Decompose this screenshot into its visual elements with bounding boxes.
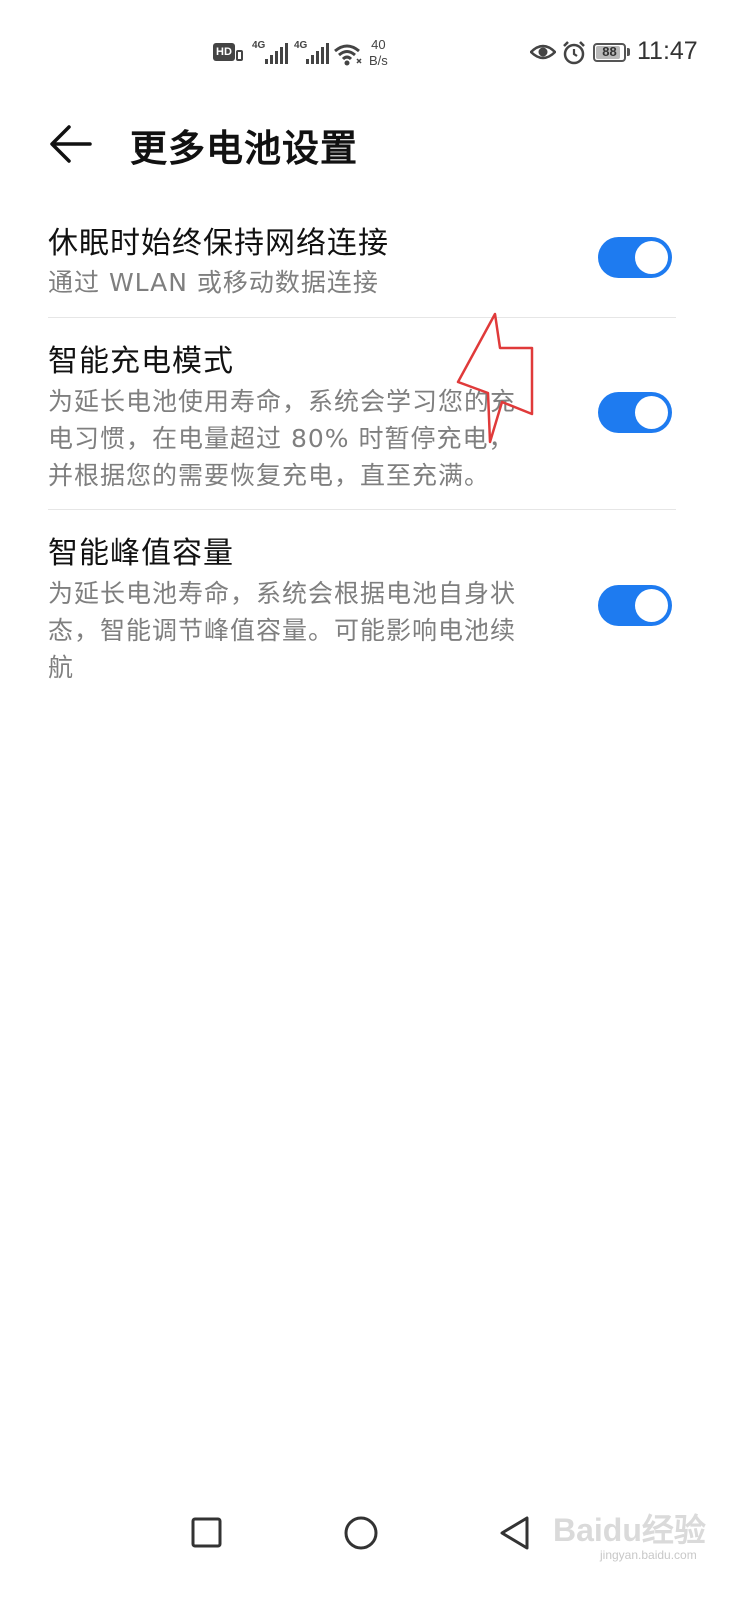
app-header: 更多电池设置 [0,100,738,195]
eye-comfort-icon [530,44,556,60]
hd-volte-icon: HD [213,43,235,61]
keep-network-toggle[interactable] [598,237,672,278]
description-line: 航 [48,653,75,682]
network-speed-value: 40 [371,37,386,52]
clock: 11:47 [637,37,698,65]
battery-tip [627,48,630,56]
wifi-icon [334,44,362,66]
peak-capacity-toggle[interactable] [598,585,672,626]
arrow-left-icon[interactable] [44,116,104,176]
setting-keep-network-during-sleep[interactable]: 休眠时始终保持网络连接 通过 WLAN 或移动数据连接 [0,210,738,318]
toggle-knob [635,396,668,429]
setting-description: 通过 WLAN 或移动数据连接 [48,264,568,301]
volte-phone-icon [236,50,243,61]
divider [48,509,676,510]
baidu-watermark: Baidu经验 [553,1512,706,1548]
description-line: 为延长电池寿命，系统会根据电池自身状 [48,579,517,608]
status-bar: HD 4G 4G 40 B/s 88 11:47 [0,0,738,100]
annotation-arrow-icon [456,312,534,444]
back-triangle-icon[interactable] [490,1508,540,1558]
toggle-knob [635,589,668,622]
toggle-knob [635,241,668,274]
description-line: 态，智能调节峰值容量。可能影响电池续 [48,616,517,645]
smart-charging-toggle[interactable] [598,392,672,433]
setting-smart-peak-capacity[interactable]: 智能峰值容量 为延长电池寿命，系统会根据电池自身状 态，智能调节峰值容量。可能影… [0,522,738,702]
battery-level: 88 [602,44,617,59]
description-line: 并根据您的需要恢复充电，直至充满。 [48,461,491,490]
signal-icon [306,42,330,64]
setting-title: 休眠时始终保持网络连接 [48,226,389,261]
baidu-watermark-url: jingyan.baidu.com [600,1548,697,1562]
home-icon[interactable] [336,1508,386,1558]
setting-title: 智能充电模式 [48,344,234,379]
network-type-label: 4G [252,40,266,51]
battery-icon: 88 [593,43,626,62]
setting-title: 智能峰值容量 [48,536,234,571]
setting-description: 为延长电池寿命，系统会根据电池自身状 态，智能调节峰值容量。可能影响电池续 航 [48,575,568,686]
signal-icon [265,42,289,64]
page-title: 更多电池设置 [130,127,358,170]
divider [48,317,676,318]
network-speed: 40 B/s [369,37,388,69]
network-speed-unit: B/s [369,53,388,68]
description-line: 通过 WLAN 或移动数据连接 [48,268,379,297]
recent-apps-icon[interactable] [182,1508,232,1558]
setting-smart-charging-mode[interactable]: 智能充电模式 为延长电池使用寿命，系统会学习您的充 电习惯，在电量超过 80% … [0,330,738,510]
alarm-icon [563,41,585,65]
